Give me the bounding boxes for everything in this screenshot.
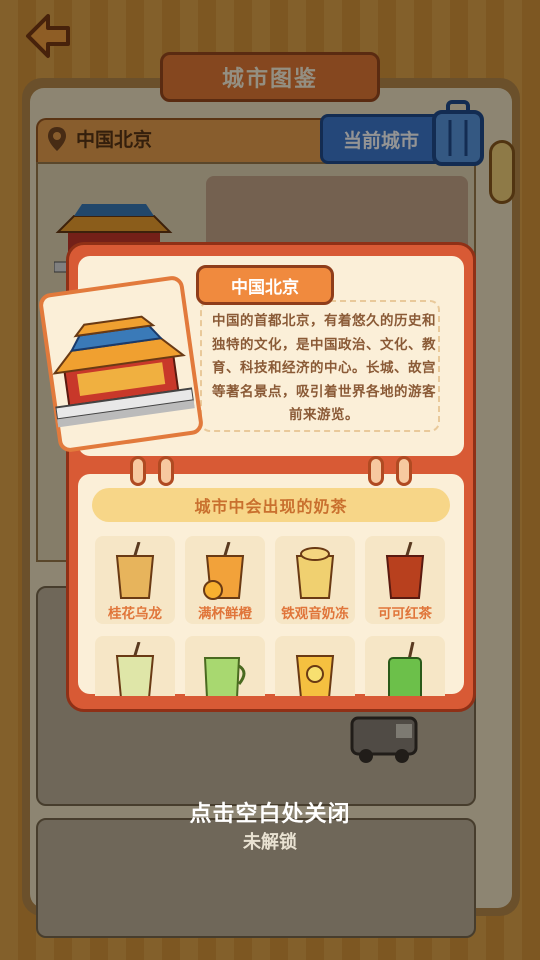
lemon-tea-icon bbox=[295, 655, 335, 696]
binder-ring bbox=[158, 456, 174, 486]
orange-tea-icon bbox=[203, 542, 245, 600]
palace-icon bbox=[52, 315, 195, 428]
locked-label: 未解锁 bbox=[243, 832, 297, 853]
tea-name: 可可红茶 bbox=[378, 606, 432, 622]
tea-item[interactable]: 满杯鲜橙 bbox=[185, 536, 265, 624]
game-screen: 城市图鉴 中国北京 当前城市 中国的首都北京，有着悠久的历史和独特的文化，是中国… bbox=[0, 0, 540, 960]
tea-name: 满杯鲜橙 bbox=[198, 606, 252, 622]
milk-tea-icon bbox=[115, 642, 155, 696]
city-description: 中国的首都北京，有着悠久的历史和独特的文化，是中国政治、文化、教育、科技和经济的… bbox=[212, 313, 436, 423]
tea-item[interactable] bbox=[365, 636, 445, 696]
close-hint: 点击空白处关闭 bbox=[189, 802, 351, 827]
tea-item[interactable] bbox=[275, 636, 355, 696]
tea-item[interactable] bbox=[95, 636, 175, 696]
jelly-tea-icon bbox=[295, 547, 335, 599]
mug-tea-icon bbox=[203, 657, 246, 696]
tea-grid: 桂花乌龙 满杯鲜橙 铁观音奶冻 可可红茶 bbox=[95, 536, 445, 696]
city-name-tag: 中国北京 bbox=[196, 265, 334, 305]
tea-item[interactable]: 可可红茶 bbox=[365, 536, 445, 624]
tea-item[interactable]: 桂花乌龙 bbox=[95, 536, 175, 624]
binder-ring bbox=[396, 456, 412, 486]
tea-section-title: 城市中会出现的奶茶 bbox=[92, 488, 450, 522]
tea-name: 铁观音奶冻 bbox=[281, 606, 349, 622]
city-photo bbox=[37, 274, 205, 454]
binder-ring bbox=[130, 456, 146, 486]
milk-tea-icon bbox=[115, 542, 155, 599]
cocoa-tea-icon bbox=[385, 542, 425, 599]
tea-name: 桂花乌龙 bbox=[108, 606, 162, 622]
tea-item[interactable]: 铁观音奶冻 bbox=[275, 536, 355, 624]
tea-item[interactable] bbox=[185, 636, 265, 696]
binder-ring bbox=[368, 456, 384, 486]
green-tea-icon bbox=[388, 642, 422, 696]
